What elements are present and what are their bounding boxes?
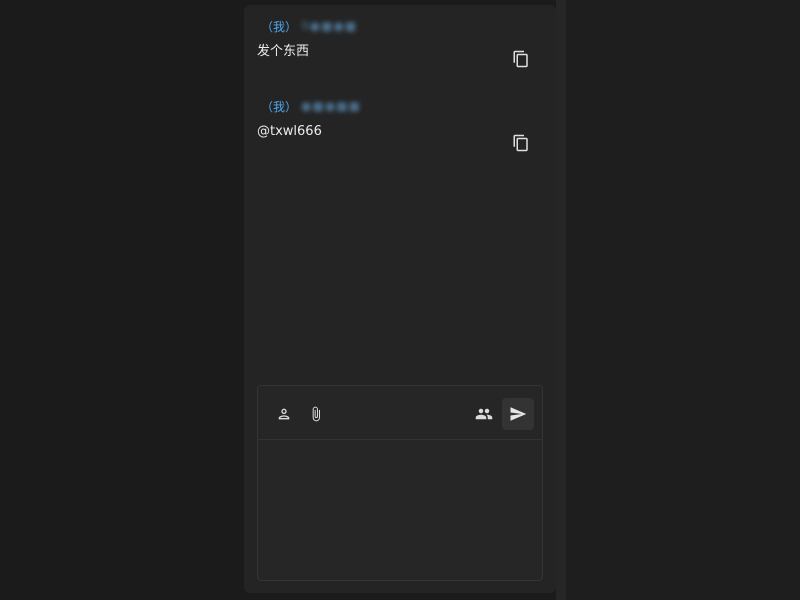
- message-item: （我） 9●■●■ 发个东西: [257, 17, 545, 68]
- message-composer: [257, 385, 543, 581]
- me-tag: （我）: [261, 19, 298, 34]
- sender-name: ●■●■■: [301, 99, 361, 113]
- paperclip-icon: [312, 406, 320, 422]
- mention-user-button[interactable]: [270, 400, 298, 428]
- sender-line: （我） ●■●■■: [257, 97, 545, 115]
- group-icon: [475, 408, 493, 420]
- message-text: @txwl666: [257, 124, 322, 139]
- message-item: （我） ●■●■■ @txwl666: [257, 97, 545, 152]
- group-members-button[interactable]: [470, 400, 498, 428]
- mention-user-icon: [278, 408, 290, 420]
- copy-button[interactable]: [511, 49, 531, 69]
- message-input[interactable]: [258, 440, 542, 580]
- composer-toolbar: [258, 386, 542, 440]
- chat-panel: （我） 9●■●■ 发个东西 （我） ●■●■■ @txwl666: [244, 5, 556, 593]
- me-tag: （我）: [261, 99, 298, 114]
- copy-button[interactable]: [511, 133, 531, 153]
- attach-file-button[interactable]: [302, 400, 330, 428]
- pane-divider[interactable]: [556, 0, 566, 600]
- sender-line: （我） 9●■●■: [257, 17, 545, 35]
- message-text: 发个东西: [257, 44, 310, 59]
- send-button[interactable]: [502, 398, 534, 430]
- right-pane: [566, 0, 800, 600]
- sender-name: 9●■●■: [301, 19, 358, 33]
- copy-icon: [513, 134, 528, 152]
- send-icon: [510, 407, 527, 421]
- copy-icon: [513, 50, 528, 68]
